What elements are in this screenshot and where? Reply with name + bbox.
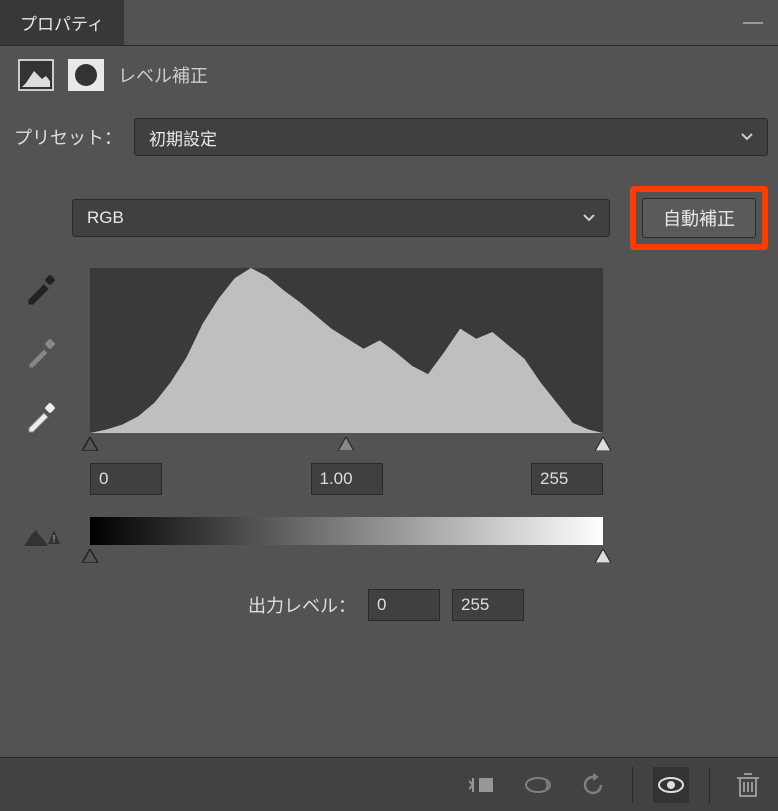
output-white-field[interactable]: 255 (452, 589, 524, 621)
auto-button[interactable]: 自動補正 (642, 198, 756, 238)
auto-button-label: 自動補正 (663, 205, 735, 231)
levels-adjustment-icon[interactable] (18, 59, 54, 91)
histogram-icon (22, 69, 50, 87)
panel-menu-icon[interactable] (728, 0, 778, 45)
preset-label: プリセット： (14, 124, 122, 150)
panel-tab-label: プロパティ (20, 10, 104, 35)
input-white-value: 255 (540, 469, 568, 489)
chevron-down-icon (741, 133, 753, 141)
output-black-field[interactable]: 0 (368, 589, 440, 621)
adjustment-title: レベル補正 (118, 62, 208, 88)
footer-divider (709, 767, 710, 803)
output-gradient (90, 517, 603, 545)
clip-warning-icon[interactable]: ! (24, 524, 64, 552)
chevron-down-icon (583, 214, 595, 222)
panel-tab[interactable]: プロパティ (0, 0, 124, 45)
tab-bar-empty (124, 0, 728, 45)
black-point-eyedropper-icon[interactable] (24, 272, 58, 306)
output-white-value: 255 (461, 595, 489, 615)
channel-select[interactable]: RGB (72, 199, 610, 237)
hamburger-icon (743, 22, 763, 24)
toggle-visibility-icon[interactable] (653, 767, 689, 803)
input-black-field[interactable]: 0 (90, 463, 162, 495)
input-white-field[interactable]: 255 (531, 463, 603, 495)
output-slider-track[interactable] (90, 547, 603, 565)
reset-icon[interactable] (576, 767, 612, 803)
output-black-value: 0 (377, 595, 386, 615)
output-white-handle[interactable] (595, 549, 611, 563)
white-slider-handle[interactable] (595, 437, 611, 451)
footer-divider (632, 767, 633, 803)
histogram-svg (90, 268, 603, 433)
black-slider-handle[interactable] (82, 437, 98, 451)
input-slider-track[interactable] (90, 435, 603, 453)
output-black-handle[interactable] (82, 549, 98, 563)
input-gamma-value: 1.00 (320, 469, 353, 489)
histogram-chart (90, 268, 603, 433)
layer-mask-icon[interactable] (68, 59, 104, 91)
output-label: 出力レベル： (248, 592, 356, 618)
svg-text:!: ! (53, 534, 56, 545)
white-point-eyedropper-icon[interactable] (24, 400, 58, 434)
input-gamma-field[interactable]: 1.00 (311, 463, 383, 495)
preset-select[interactable]: 初期設定 (134, 118, 768, 156)
circle-icon (75, 64, 97, 86)
delete-icon[interactable] (730, 767, 766, 803)
auto-button-highlight: 自動補正 (630, 186, 768, 250)
gray-point-eyedropper-icon[interactable] (24, 336, 58, 370)
channel-value: RGB (87, 208, 124, 228)
view-previous-icon[interactable] (520, 767, 556, 803)
gamma-slider-handle[interactable] (338, 437, 354, 451)
clip-to-layer-icon[interactable] (464, 767, 500, 803)
input-black-value: 0 (99, 469, 108, 489)
preset-value: 初期設定 (149, 125, 217, 150)
